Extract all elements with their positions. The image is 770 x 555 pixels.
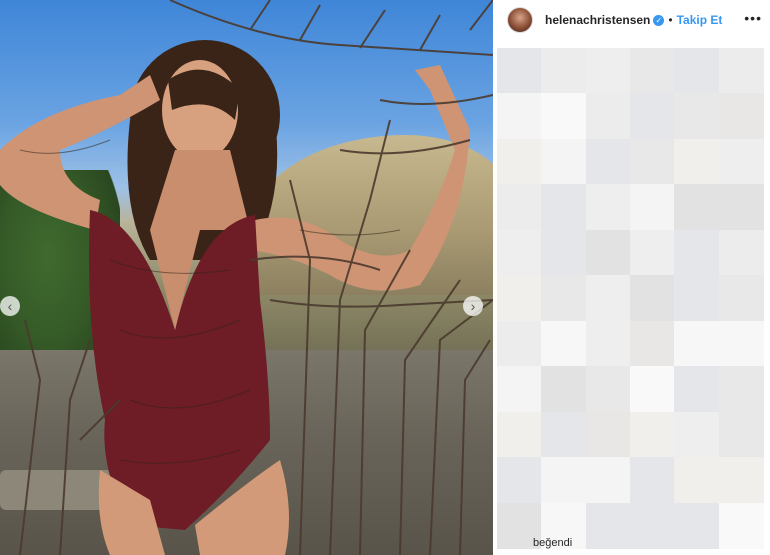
- pixel-cell: [630, 138, 675, 185]
- pixel-cell: [585, 93, 631, 140]
- pixel-cell: [718, 48, 764, 94]
- carousel-next-button[interactable]: ›: [463, 296, 483, 316]
- pixel-cell: [718, 411, 764, 458]
- likes-label: beğendi: [533, 537, 573, 549]
- post-photo[interactable]: ‹ ›: [0, 0, 493, 555]
- verified-badge-icon: ✓: [653, 14, 665, 26]
- pixel-cell: [541, 48, 587, 94]
- username-link[interactable]: helenachristensen: [545, 13, 650, 27]
- pixel-cell: [497, 229, 542, 276]
- pixel-cell: [497, 320, 542, 367]
- pixel-cell: [630, 366, 675, 413]
- pixel-cell: [718, 275, 764, 322]
- pixel-cell: [541, 366, 587, 413]
- pixel-cell: [497, 138, 542, 185]
- pixel-cell: [718, 184, 764, 231]
- post-header: helenachristensen ✓ • Takip Et •••: [493, 0, 770, 40]
- pixel-cell: [674, 320, 720, 367]
- pixel-cell: [541, 457, 587, 504]
- pixel-cell: [674, 457, 720, 504]
- pixel-cell: [630, 48, 675, 94]
- pixel-cell: [585, 48, 631, 94]
- pixel-cell: [497, 48, 542, 94]
- pixel-cell: [718, 229, 764, 276]
- pixel-cell: [497, 275, 542, 322]
- pixel-cell: [585, 366, 631, 413]
- pixel-cell: [497, 93, 542, 140]
- chevron-left-icon: ‹: [7, 298, 13, 314]
- pixel-cell: [674, 366, 720, 413]
- pixel-cell: [674, 229, 720, 276]
- branches-and-figure: [0, 0, 493, 555]
- pixel-cell: [585, 411, 631, 458]
- pixel-cell: [585, 320, 631, 367]
- pixel-cell: [674, 48, 720, 94]
- carousel-prev-button[interactable]: ‹: [0, 296, 20, 316]
- pixel-cell: [630, 320, 675, 367]
- pixel-cell: [630, 229, 675, 276]
- pixel-cell: [497, 457, 542, 504]
- pixel-cell: [541, 275, 587, 322]
- pixelated-comments: [497, 48, 764, 549]
- pixel-cell: [630, 93, 675, 140]
- pixel-cell: [674, 184, 720, 231]
- pixel-cell: [585, 502, 631, 549]
- pixel-cell: [674, 502, 720, 549]
- pixel-cell: [541, 320, 587, 367]
- pixel-cell: [718, 320, 764, 367]
- pixel-cell: [630, 184, 675, 231]
- pixel-cell: [585, 184, 631, 231]
- pixel-cell: [718, 138, 764, 185]
- pixel-cell: [585, 229, 631, 276]
- pixel-cell: [718, 93, 764, 140]
- pixel-cell: [541, 229, 587, 276]
- avatar[interactable]: [507, 7, 533, 33]
- pixel-cell: [541, 411, 587, 458]
- pixel-cell: [585, 457, 631, 504]
- pixel-cell: [674, 138, 720, 185]
- pixel-cell: [497, 411, 542, 458]
- pixel-cell: [585, 138, 631, 185]
- more-horizontal-icon[interactable]: •••: [744, 10, 762, 26]
- pixel-cell: [497, 184, 542, 231]
- pixel-cell: [630, 457, 675, 504]
- pixel-cell: [541, 93, 587, 140]
- pixel-cell: [585, 275, 631, 322]
- pixel-cell: [718, 502, 764, 549]
- pixel-cell: [718, 366, 764, 413]
- pixel-cell: [630, 275, 675, 322]
- pixel-cell: [630, 411, 675, 458]
- pixel-cell: [541, 138, 587, 185]
- pixel-cell: [718, 457, 764, 504]
- pixel-cell: [630, 502, 675, 549]
- pixel-cell: [674, 275, 720, 322]
- follow-button[interactable]: Takip Et: [677, 13, 723, 27]
- separator-dot: •: [668, 13, 673, 27]
- pixel-cell: [541, 184, 587, 231]
- pixel-cell: [674, 93, 720, 140]
- pixel-cell: [674, 411, 720, 458]
- pixel-cell: [497, 366, 542, 413]
- chevron-right-icon: ›: [470, 298, 476, 314]
